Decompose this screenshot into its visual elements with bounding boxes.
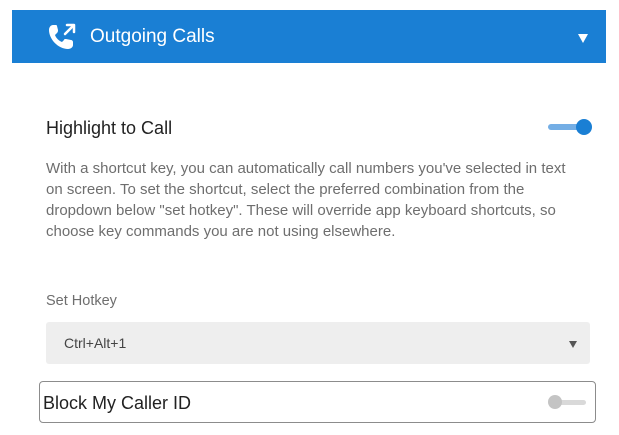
phone-outgoing-icon — [49, 23, 76, 49]
highlight-to-call-description: With a shortcut key, you can automatical… — [46, 160, 566, 240]
outgoing-calls-header[interactable]: Outgoing Calls — [12, 10, 606, 63]
toggle-knob — [548, 395, 562, 409]
toggle-knob — [576, 119, 592, 135]
outgoing-calls-panel: Outgoing Calls Highlight to Call With a … — [0, 0, 619, 435]
block-caller-id-toggle[interactable] — [548, 393, 588, 411]
block-caller-id-label: Block My Caller ID — [43, 393, 192, 413]
block-caller-id-row[interactable]: Block My Caller ID — [39, 381, 596, 423]
dropdown-arrow-icon — [569, 341, 577, 348]
highlight-to-call-toggle[interactable] — [548, 117, 594, 137]
highlight-to-call-title: Highlight to Call — [46, 118, 173, 138]
set-hotkey-label: Set Hotkey — [46, 293, 117, 309]
section-title: Outgoing Calls — [90, 26, 215, 47]
hotkey-dropdown[interactable]: Ctrl+Alt+1 — [46, 322, 590, 364]
hotkey-selected-value: Ctrl+Alt+1 — [64, 335, 127, 351]
triangle-down-icon[interactable] — [578, 34, 588, 43]
